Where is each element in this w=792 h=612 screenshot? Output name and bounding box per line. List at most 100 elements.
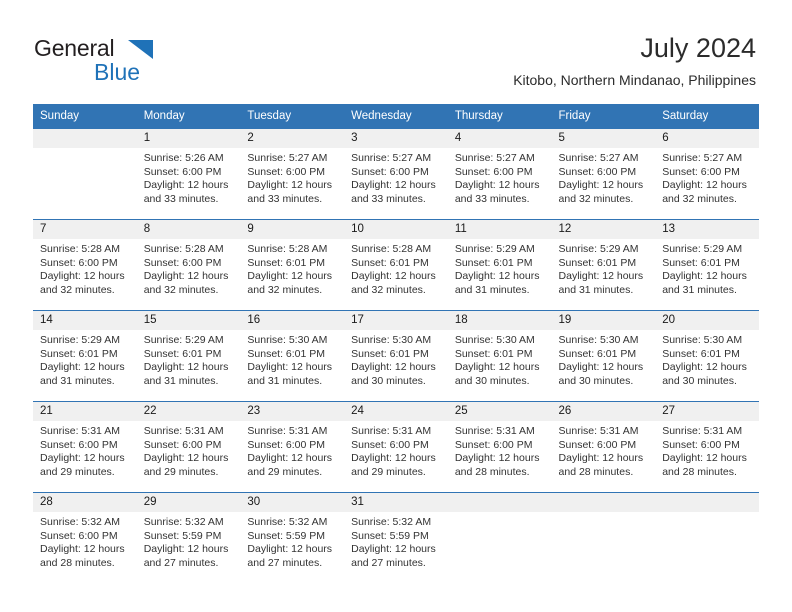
sunrise-text: Sunrise: 5:28 AM — [351, 243, 432, 255]
day-sun-details: Sunrise: 5:32 AM Sunset: 5:59 PM Daylight:… — [344, 512, 448, 570]
day-number: 19 — [551, 311, 656, 330]
calendar-day-cell[interactable]: 26 Sunrise: 5:31 AM Sunset: 6:00 PM Dayligh… — [551, 401, 656, 493]
calendar-day-cell[interactable]: 1 Sunrise: 5:26 AM Sunset: 6:00 PM Daylight… — [136, 129, 241, 220]
daylight-text-cont: and 28 minutes. — [40, 556, 115, 569]
calendar-empty-cell — [655, 492, 759, 583]
calendar-day-cell[interactable]: 25 Sunrise: 5:31 AM Sunset: 6:00 PM Dayligh… — [447, 401, 552, 493]
calendar-day-cell[interactable]: 15 Sunrise: 5:29 AM Sunset: 6:01 PM Dayligh… — [136, 310, 241, 402]
calendar-day-cell[interactable]: 13 Sunrise: 5:29 AM Sunset: 6:01 PM Dayligh… — [655, 219, 759, 311]
calendar-day-cell[interactable]: 20 Sunrise: 5:30 AM Sunset: 6:01 PM Dayligh… — [655, 310, 759, 402]
daylight-text: Daylight: 12 hours — [143, 361, 229, 374]
day-number: 26 — [551, 402, 656, 421]
sunrise-text: Sunrise: 5:32 AM — [247, 516, 328, 528]
calendar-day-cell[interactable]: 9 Sunrise: 5:28 AM Sunset: 6:01 PM Daylight… — [240, 219, 345, 311]
day-number: 1 — [136, 129, 241, 148]
day-sun-details: Sunrise: 5:28 AM Sunset: 6:00 PM Daylight:… — [137, 239, 241, 297]
daylight-text: Daylight: 12 hours — [247, 452, 333, 465]
calendar-day-cell[interactable]: 28 Sunrise: 5:32 AM Sunset: 6:00 PM Dayligh… — [33, 492, 137, 583]
daylight-text: Daylight: 12 hours — [558, 270, 644, 283]
sunrise-text: Sunrise: 5:31 AM — [40, 425, 120, 437]
sunset-text: Sunset: 6:00 PM — [40, 438, 118, 451]
sunset-text: Sunset: 6:01 PM — [454, 256, 533, 269]
calendar-day-cell[interactable]: 18 Sunrise: 5:30 AM Sunset: 6:01 PM Dayligh… — [447, 310, 552, 402]
day-sun-details: Sunrise: 5:32 AM Sunset: 5:59 PM Daylight:… — [240, 512, 344, 570]
day-number: 31 — [344, 493, 448, 512]
day-sun-details: Sunrise: 5:31 AM Sunset: 6:00 PM Daylight:… — [33, 421, 137, 479]
daylight-text-cont: and 30 minutes. — [351, 374, 426, 387]
logo-triangle-icon — [128, 40, 153, 59]
calendar-day-cell[interactable]: 5 Sunrise: 5:27 AM Sunset: 6:00 PM Daylight… — [551, 129, 656, 220]
day-sun-details: Sunrise: 5:26 AM Sunset: 6:00 PM Daylight:… — [137, 148, 241, 206]
daylight-text: Daylight: 12 hours — [454, 270, 540, 283]
day-number — [655, 493, 759, 512]
day-sun-details: Sunrise: 5:28 AM Sunset: 6:01 PM Daylight:… — [344, 239, 448, 297]
daylight-text: Daylight: 12 hours — [40, 452, 125, 465]
logo-text-blue: Blue — [94, 59, 141, 85]
daylight-text-cont: and 28 minutes. — [662, 465, 737, 478]
calendar-day-cell[interactable]: 6 Sunrise: 5:27 AM Sunset: 6:00 PM Daylight… — [655, 129, 759, 220]
day-number: 4 — [447, 129, 552, 148]
calendar-day-cell[interactable]: 16 Sunrise: 5:30 AM Sunset: 6:01 PM Dayligh… — [240, 310, 345, 402]
daylight-text-cont: and 28 minutes. — [558, 465, 634, 478]
sunrise-text: Sunrise: 5:31 AM — [454, 425, 535, 437]
sunrise-text: Sunrise: 5:29 AM — [558, 243, 639, 255]
logo-text-general: General — [34, 35, 115, 61]
general-blue-logo[interactable]: General Blue — [34, 36, 264, 88]
day-sun-details: Sunrise: 5:28 AM Sunset: 6:01 PM Daylight:… — [240, 239, 344, 297]
day-sun-details: Sunrise: 5:32 AM Sunset: 5:59 PM Daylight:… — [137, 512, 241, 570]
day-sun-details: Sunrise: 5:31 AM Sunset: 6:00 PM Daylight:… — [344, 421, 448, 479]
daylight-text-cont: and 32 minutes. — [558, 192, 634, 205]
day-number: 27 — [655, 402, 759, 421]
sunset-text: Sunset: 6:00 PM — [143, 438, 222, 451]
calendar-grid: Sunday Monday Tuesday Wednesday Thursday Frid… — [33, 104, 759, 583]
calendar-day-cell[interactable]: 19 Sunrise: 5:30 AM Sunset: 6:01 PM Dayligh… — [551, 310, 656, 402]
daylight-text-cont: and 29 minutes. — [40, 465, 115, 478]
calendar-day-cell[interactable]: 3 Sunrise: 5:27 AM Sunset: 6:00 PM Daylight… — [344, 129, 448, 220]
day-sun-details: Sunrise: 5:32 AM Sunset: 6:00 PM Daylight:… — [33, 512, 137, 570]
calendar-page: General Blue July 2024 Kitobo, Northern … — [0, 0, 792, 612]
calendar-day-cell[interactable]: 31 Sunrise: 5:32 AM Sunset: 5:59 PM Dayligh… — [344, 492, 448, 583]
sunset-text: Sunset: 6:01 PM — [662, 347, 740, 360]
daylight-text-cont: and 31 minutes. — [247, 374, 323, 387]
sunset-text: Sunset: 6:01 PM — [662, 256, 740, 269]
daylight-text: Daylight: 12 hours — [351, 543, 436, 556]
calendar-day-cell[interactable]: 24 Sunrise: 5:31 AM Sunset: 6:00 PM Dayligh… — [344, 401, 448, 493]
weekday-header-saturday: Saturday — [655, 104, 759, 129]
calendar-day-cell[interactable]: 22 Sunrise: 5:31 AM Sunset: 6:00 PM Dayligh… — [136, 401, 241, 493]
daylight-text-cont: and 29 minutes. — [351, 465, 426, 478]
daylight-text: Daylight: 12 hours — [558, 452, 644, 465]
calendar-day-cell[interactable]: 23 Sunrise: 5:31 AM Sunset: 6:00 PM Dayligh… — [240, 401, 345, 493]
calendar-day-cell[interactable]: 17 Sunrise: 5:30 AM Sunset: 6:01 PM Dayligh… — [344, 310, 448, 402]
weekday-header-friday: Friday — [551, 104, 656, 129]
daylight-text: Daylight: 12 hours — [662, 179, 747, 192]
daylight-text: Daylight: 12 hours — [40, 361, 125, 374]
day-sun-details: Sunrise: 5:30 AM Sunset: 6:01 PM Daylight:… — [240, 330, 344, 388]
day-number: 10 — [344, 220, 448, 239]
sunset-text: Sunset: 6:01 PM — [40, 347, 118, 360]
calendar-day-cell[interactable]: 7 Sunrise: 5:28 AM Sunset: 6:00 PM Daylight… — [33, 219, 137, 311]
weekday-header-tuesday: Tuesday — [240, 104, 345, 129]
logo-top-row: General — [34, 36, 264, 61]
day-number: 12 — [551, 220, 656, 239]
calendar-day-cell[interactable]: 4 Sunrise: 5:27 AM Sunset: 6:00 PM Daylight… — [447, 129, 552, 220]
calendar-day-cell[interactable]: 8 Sunrise: 5:28 AM Sunset: 6:00 PM Daylight… — [136, 219, 241, 311]
calendar-day-cell[interactable]: 30 Sunrise: 5:32 AM Sunset: 5:59 PM Dayligh… — [240, 492, 345, 583]
sunrise-text: Sunrise: 5:29 AM — [454, 243, 535, 255]
calendar-day-cell[interactable]: 21 Sunrise: 5:31 AM Sunset: 6:00 PM Dayligh… — [33, 401, 137, 493]
location-subtitle: Kitobo, Northern Mindanao, Philippines — [513, 72, 756, 88]
day-sun-details: Sunrise: 5:31 AM Sunset: 6:00 PM Daylight:… — [448, 421, 552, 479]
day-sun-details: Sunrise: 5:30 AM Sunset: 6:01 PM Daylight:… — [448, 330, 552, 388]
calendar-day-cell[interactable]: 2 Sunrise: 5:27 AM Sunset: 6:00 PM Daylight… — [240, 129, 345, 220]
calendar-day-cell[interactable]: 11 Sunrise: 5:29 AM Sunset: 6:01 PM Dayligh… — [447, 219, 552, 311]
calendar-day-cell[interactable]: 27 Sunrise: 5:31 AM Sunset: 6:00 PM Dayligh… — [655, 401, 759, 493]
daylight-text: Daylight: 12 hours — [351, 361, 436, 374]
calendar-empty-cell — [33, 129, 137, 220]
daylight-text-cont: and 33 minutes. — [247, 192, 323, 205]
calendar-day-cell[interactable]: 12 Sunrise: 5:29 AM Sunset: 6:01 PM Dayligh… — [551, 219, 656, 311]
sunset-text: Sunset: 6:00 PM — [454, 438, 533, 451]
sunset-text: Sunset: 6:00 PM — [454, 165, 533, 178]
calendar-day-cell[interactable]: 29 Sunrise: 5:32 AM Sunset: 5:59 PM Dayligh… — [136, 492, 241, 583]
calendar-day-cell[interactable]: 14 Sunrise: 5:29 AM Sunset: 6:01 PM Dayligh… — [33, 310, 137, 402]
sunrise-text: Sunrise: 5:29 AM — [143, 334, 224, 346]
calendar-day-cell[interactable]: 10 Sunrise: 5:28 AM Sunset: 6:01 PM Dayligh… — [344, 219, 448, 311]
